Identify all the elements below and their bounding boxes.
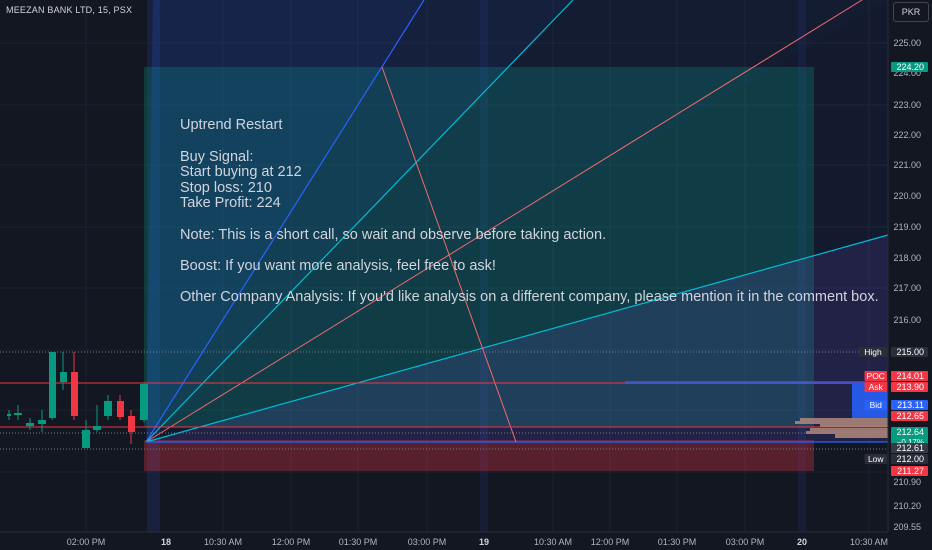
price-label-loss-value: 211.27: [897, 466, 924, 476]
time-tick-label: 03:00 PM: [726, 537, 765, 547]
price-tick-label: 221.00: [893, 160, 921, 170]
price-tick-label: 218.00: [893, 253, 921, 263]
note-stop-loss: Stop loss: 210: [180, 179, 272, 196]
time-tick-label: 10:30 AM: [204, 537, 242, 547]
price-tag-ask-label: Ask: [869, 382, 884, 392]
note-entry: Start buying at 212: [180, 164, 302, 180]
time-tick-label: 10:30 AM: [534, 537, 572, 547]
price-tick-label: 210.20: [893, 501, 921, 511]
note-other-company: Other Company Analysis: If you'd like an…: [180, 288, 879, 305]
analysis-note[interactable]: Uptrend Restart Buy Signal: Start buying…: [180, 117, 879, 305]
price-label-bid-value: 213.11: [897, 400, 924, 410]
price-tick-label: 209.55: [893, 522, 921, 532]
time-tick-label: 19: [479, 537, 489, 547]
time-tick-label: 20: [797, 537, 807, 547]
price-tick-label: 217.00: [893, 283, 921, 293]
time-tick-label: 01:30 PM: [658, 537, 697, 547]
time-tick-label: 18: [161, 537, 171, 547]
candles: [7, 352, 148, 448]
price-tag-poc-label: POC: [867, 371, 885, 381]
price-tick-label: 225.00: [893, 38, 921, 48]
price-label-stop-value: 212.61: [896, 443, 924, 453]
price-label-last-value: 212.64: [896, 427, 924, 437]
note-boost: Boost: If you want more analysis, feel f…: [180, 257, 496, 274]
time-tick-label: 02:00 PM: [67, 537, 106, 547]
price-tick-label: 216.00: [893, 315, 921, 325]
stop-zone: [144, 440, 814, 471]
price-tick-label: 210.90: [893, 477, 921, 487]
time-tick-label: 12:00 PM: [272, 537, 311, 547]
price-tick-label: 219.00: [893, 222, 921, 232]
symbol-title[interactable]: MEEZAN BANK LTD, 15, PSX: [6, 5, 132, 15]
time-axis-panel: [0, 532, 932, 550]
time-tick-label: 01:30 PM: [339, 537, 378, 547]
price-label-entry-value: 212.65: [896, 411, 924, 421]
time-tick-label: 03:00 PM: [408, 537, 447, 547]
price-tick-label: 223.00: [893, 100, 921, 110]
price-label-ask-value: 213.90: [896, 382, 924, 392]
note-buy-signal: Buy Signal:: [180, 148, 254, 165]
price-tag-high-label: High: [864, 347, 882, 357]
note-take-profit: Take Profit: 224: [180, 195, 281, 211]
time-tick-label: 10:30 AM: [850, 537, 888, 547]
price-tick-label: 220.00: [893, 191, 921, 201]
note-title: Uptrend Restart: [180, 117, 283, 133]
price-tick-label: 222.00: [893, 130, 921, 140]
note-short-call: Note: This is a short call, so wait and …: [180, 226, 607, 243]
currency-button[interactable]: PKR: [893, 2, 929, 22]
price-label-high-value: 215.00: [896, 347, 924, 357]
price-label-low-value: 212.00: [896, 454, 924, 464]
price-tag-low-label: Low: [868, 454, 884, 464]
price-label-poc-value: 214.01: [896, 371, 924, 381]
price-label-target-value: 224.20: [896, 62, 924, 72]
price-tag-bid-label: Bid: [870, 400, 883, 410]
time-tick-label: 12:00 PM: [591, 537, 630, 547]
